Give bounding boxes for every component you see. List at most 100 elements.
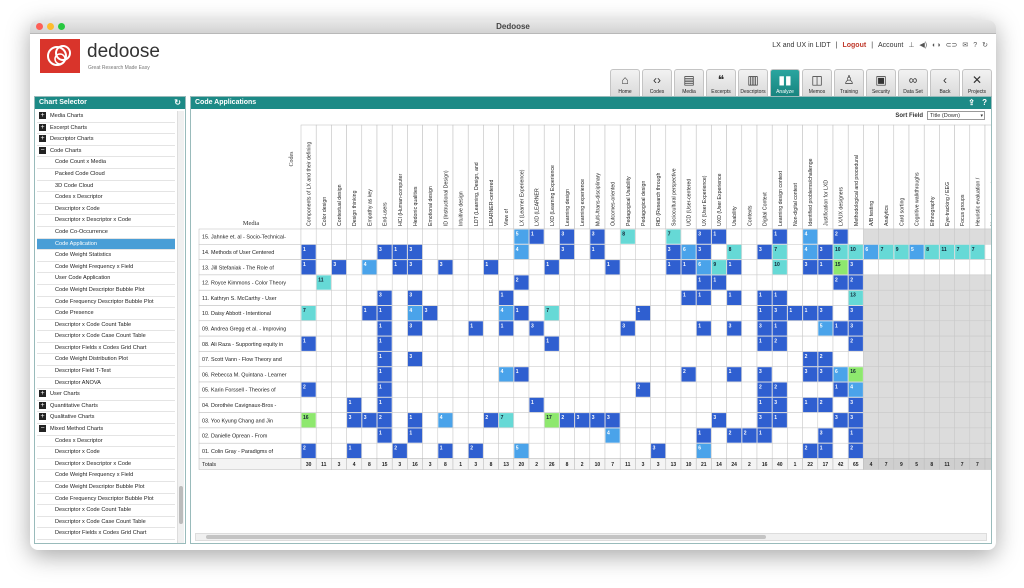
grid-cell[interactable] [513, 259, 530, 276]
grid-cell[interactable] [954, 305, 971, 322]
chart-group[interactable]: + Quantitative Charts [37, 401, 175, 413]
grid-cell[interactable] [361, 320, 378, 337]
grid-cell[interactable] [878, 366, 895, 383]
grid-cell[interactable] [361, 366, 378, 383]
grid-cell[interactable] [680, 412, 697, 429]
grid-cell[interactable] [452, 381, 469, 398]
chart-item[interactable]: Code Frequency Descriptor Bubble Plot [37, 494, 175, 506]
grid-cell[interactable] [361, 335, 378, 352]
grid-cell[interactable] [559, 366, 575, 383]
grid-cell[interactable] [543, 366, 560, 383]
grid-cell[interactable] [543, 381, 560, 398]
grid-cell[interactable] [483, 244, 499, 260]
grid-cell[interactable] [665, 397, 682, 413]
grid-cell[interactable] [954, 228, 971, 245]
grid-cell[interactable] [559, 274, 575, 291]
grid-cell[interactable] [407, 381, 423, 398]
grid-cell[interactable] [665, 442, 682, 459]
grid-cell[interactable] [346, 335, 363, 352]
grid-cell[interactable] [954, 351, 971, 367]
grid-cell[interactable] [650, 305, 667, 322]
grid-cell[interactable] [346, 366, 363, 383]
grid-cell[interactable] [300, 274, 317, 291]
grid-cell[interactable] [346, 351, 363, 367]
grid-cell[interactable] [908, 397, 925, 413]
grid-cell[interactable] [635, 320, 651, 337]
chart-item[interactable]: Descriptor x Descriptor x Code [37, 215, 175, 227]
grid-cell[interactable] [680, 335, 697, 352]
grid-cell[interactable] [574, 228, 591, 245]
grid-cell[interactable] [741, 412, 758, 429]
grid-cell[interactable] [923, 335, 940, 352]
grid-cell[interactable] [893, 320, 910, 337]
grid-cell[interactable] [422, 228, 439, 245]
grid-cell[interactable] [574, 289, 591, 306]
grid-cell[interactable] [604, 228, 621, 245]
grid-cell[interactable] [391, 366, 408, 383]
grid-cell[interactable] [650, 228, 667, 245]
grid-cell[interactable] [908, 228, 925, 245]
grid-cell[interactable] [923, 351, 940, 367]
grid-cell[interactable] [467, 351, 484, 367]
grid-cell[interactable] [559, 305, 575, 322]
grid-cell[interactable] [422, 351, 439, 367]
grid-cell[interactable] [559, 427, 575, 444]
grid-cell[interactable] [741, 442, 758, 459]
grid-cell[interactable] [589, 381, 606, 398]
grid-cell[interactable] [574, 244, 591, 260]
expand-icon[interactable]: + [39, 413, 46, 421]
grid-cell[interactable] [954, 381, 971, 398]
grid-cell[interactable] [756, 274, 773, 291]
grid-cell[interactable] [984, 412, 992, 429]
grid-cell[interactable] [331, 442, 347, 459]
grid-cell[interactable] [923, 412, 940, 429]
grid-cell[interactable] [315, 228, 332, 245]
grid-cell[interactable] [589, 397, 606, 413]
grid-cell[interactable] [619, 351, 636, 367]
grid-cell[interactable] [787, 274, 803, 291]
grid-cell[interactable] [331, 305, 347, 322]
grid-cell[interactable] [422, 320, 439, 337]
grid-cell[interactable] [635, 289, 651, 306]
grid-cell[interactable] [954, 442, 971, 459]
grid-cell[interactable] [559, 397, 575, 413]
grid-cell[interactable] [407, 335, 423, 352]
nav-security-button[interactable]: ▣ Security [866, 69, 896, 99]
grid-cell[interactable] [969, 397, 986, 413]
grid-cell[interactable] [893, 335, 910, 352]
grid-cell[interactable] [467, 412, 484, 429]
grid-cell[interactable] [969, 274, 986, 291]
grid-cell[interactable] [787, 442, 803, 459]
grid-cell[interactable] [939, 366, 955, 383]
grid-cell[interactable] [483, 228, 499, 245]
link-icon[interactable]: ⊂⊃ [946, 41, 958, 49]
grid-cell[interactable] [528, 289, 545, 306]
grid-cell[interactable] [346, 320, 363, 337]
grid-cell[interactable] [391, 274, 408, 291]
grid-cell[interactable] [483, 397, 499, 413]
grid-cell[interactable] [741, 320, 758, 337]
grid-cell[interactable] [878, 259, 895, 276]
grid-cell[interactable] [863, 442, 879, 459]
grid-cell[interactable] [483, 351, 499, 367]
grid-cell[interactable] [695, 305, 712, 322]
grid-cell[interactable] [863, 259, 879, 276]
grid-cell[interactable] [543, 351, 560, 367]
grid-cell[interactable] [878, 320, 895, 337]
grid-cell[interactable] [635, 442, 651, 459]
chart-item[interactable]: Packed Code Cloud [37, 169, 175, 181]
grid-cell[interactable] [680, 442, 697, 459]
grid-cell[interactable] [498, 442, 515, 459]
grid-cell[interactable] [619, 244, 636, 260]
chart-item[interactable]: Descriptor x Code Count Table [37, 505, 175, 517]
grid-cell[interactable] [954, 335, 971, 352]
grid-cell[interactable] [589, 289, 606, 306]
expand-icon[interactable]: + [39, 390, 46, 398]
grid-cell[interactable] [604, 442, 621, 459]
grid-cell[interactable] [589, 427, 606, 444]
grid-cell[interactable] [635, 274, 651, 291]
grid-cell[interactable] [574, 335, 591, 352]
grid-cell[interactable] [939, 397, 955, 413]
grid-cell[interactable] [635, 244, 651, 260]
grid-cell[interactable] [969, 259, 986, 276]
